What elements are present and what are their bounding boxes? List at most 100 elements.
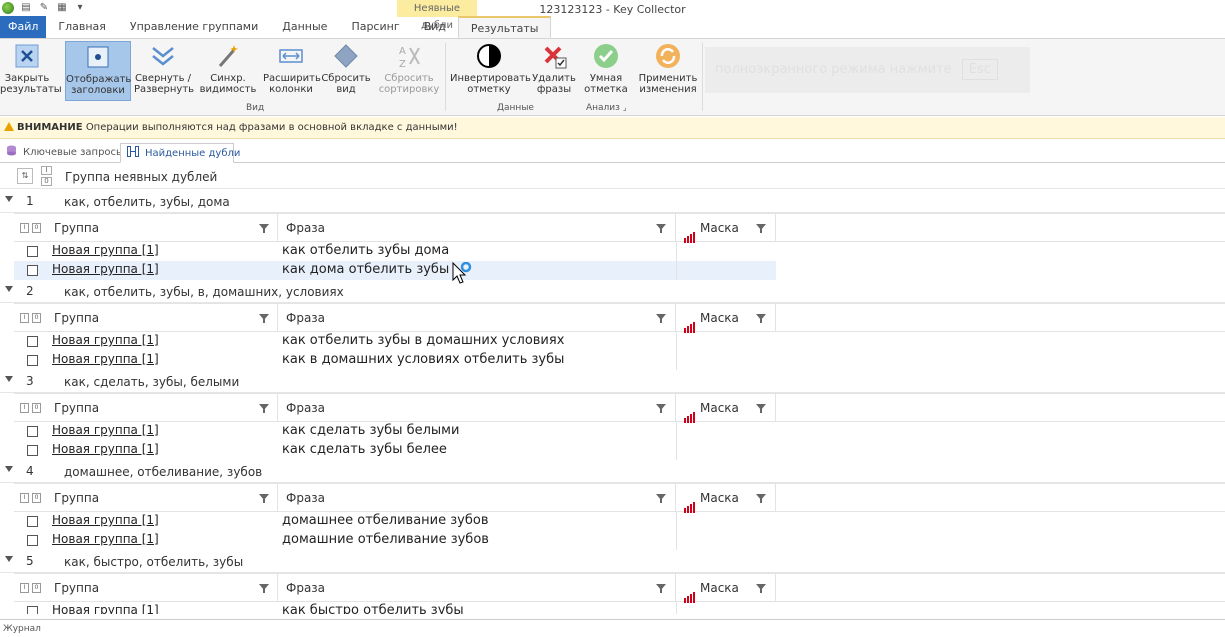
table-row[interactable]: Новая группа [1] как отбелить зубы дома (14, 242, 776, 261)
column-header-mask[interactable]: Маска (676, 214, 776, 243)
row-checkbox[interactable] (27, 426, 38, 437)
tools-icon[interactable]: ✎ (38, 2, 50, 14)
tab-results[interactable]: Результаты (457, 16, 552, 38)
column-header-row: I0 Группа Фраза Маска (14, 483, 1225, 513)
collapse-group-icon[interactable] (5, 196, 13, 202)
filter-icon[interactable] (756, 404, 766, 413)
row-checkbox[interactable] (27, 606, 38, 614)
save-icon[interactable]: ▤ (20, 2, 32, 14)
filter-icon[interactable] (656, 404, 666, 413)
row-checkbox[interactable] (27, 265, 38, 276)
uncheck-all-icon[interactable]: 0 (32, 493, 41, 503)
check-all-icon[interactable]: I (20, 493, 29, 503)
column-header-phrase[interactable]: Фраза (278, 304, 676, 332)
row-checkbox[interactable] (27, 336, 38, 347)
row-checkbox[interactable] (27, 445, 38, 456)
tab-view[interactable]: Вид (412, 16, 458, 38)
uncheck-all-icon[interactable]: 0 (32, 403, 41, 413)
column-header-group[interactable]: Группа (46, 394, 278, 422)
qat-dropdown-icon[interactable]: ▾ (74, 2, 86, 14)
filter-icon[interactable] (756, 584, 766, 593)
smart-mark-button[interactable]: Умная отметка (584, 41, 628, 101)
tab-home[interactable]: Главная (46, 16, 118, 38)
collapse-expand-button[interactable]: Свернуть / Развернуть (134, 41, 194, 101)
group-row[interactable]: 1 как, отбелить, зубы, дома (0, 189, 1225, 213)
column-header-mask[interactable]: Маска (676, 394, 776, 423)
tab-group-management[interactable]: Управление группами (118, 16, 270, 38)
group-row[interactable]: 3 как, сделать, зубы, белыми (0, 369, 1225, 393)
check-all-icon[interactable]: I (20, 403, 29, 413)
column-header-phrase[interactable]: Фраза (278, 214, 676, 242)
sync-visibility-button[interactable]: Синхр. видимость (199, 41, 257, 101)
reset-sorting-button[interactable]: AZ Сбросить сортировку (378, 41, 440, 101)
column-header-mask[interactable]: Маска (676, 574, 776, 603)
filter-icon[interactable] (656, 584, 666, 593)
check-all-icon[interactable]: I (20, 583, 29, 593)
table-row[interactable]: Новая группа [1] домашнее отбеливание зу… (14, 512, 776, 531)
column-header-group[interactable]: Группа (46, 574, 278, 602)
filter-icon[interactable] (259, 584, 269, 593)
tab-parsing[interactable]: Парсинг (339, 16, 411, 38)
filter-icon[interactable] (756, 314, 766, 323)
delete-phrases-button[interactable]: Удалить фразы (532, 41, 576, 101)
mask-bars-icon (684, 215, 696, 243)
tab-data[interactable]: Данные (270, 16, 339, 38)
row-checkbox[interactable] (27, 355, 38, 366)
check-all-icon[interactable]: I (20, 313, 29, 323)
filter-icon[interactable] (756, 494, 766, 503)
row-checkbox[interactable] (27, 516, 38, 527)
row-checkbox[interactable] (27, 246, 38, 257)
show-headers-button[interactable]: Отображать заголовки (65, 41, 131, 101)
table-row[interactable]: Новая группа [1] как сделать зубы белыми (14, 422, 776, 441)
group-row[interactable]: 5 как, быстро, отбелить, зубы (0, 549, 1225, 573)
group-row[interactable]: 4 домашнее, отбеливание, зубов (0, 459, 1225, 483)
table-row[interactable]: Новая группа [1] как дома отбелить зубы (14, 261, 776, 280)
filter-icon[interactable] (259, 404, 269, 413)
uncheck-all-icon[interactable]: 0 (32, 313, 41, 323)
tab-file[interactable]: Файл (0, 16, 47, 38)
group-row[interactable]: 2 как, отбелить, зубы, в, домашних, усло… (0, 279, 1225, 303)
check-all-icon[interactable]: I (20, 223, 29, 233)
filter-icon[interactable] (656, 314, 666, 323)
expand-all-icon[interactable]: I (41, 166, 52, 175)
row-checkbox[interactable] (27, 535, 38, 546)
column-header-phrase[interactable]: Фраза (278, 484, 676, 512)
column-header-mask[interactable]: Маска (676, 484, 776, 513)
column-chooser-icon[interactable]: ⇅ (17, 168, 33, 184)
table-row[interactable]: Новая группа [1] как быстро отбелить зуб… (14, 602, 776, 614)
column-header-phrase[interactable]: Фраза (278, 574, 676, 602)
doc-tab-found-duplicates[interactable]: Найденные дубли (120, 143, 240, 163)
uncheck-all-icon[interactable]: 0 (32, 583, 41, 593)
collapse-group-icon[interactable] (5, 466, 13, 472)
filter-icon[interactable] (259, 224, 269, 233)
delete-phrases-icon (544, 46, 567, 69)
journal-tab[interactable]: Журнал (3, 624, 41, 634)
column-header-mask[interactable]: Маска (676, 304, 776, 333)
collapse-group-icon[interactable] (5, 556, 13, 562)
expand-columns-button[interactable]: Расширить колонки (263, 41, 321, 101)
filter-icon[interactable] (259, 314, 269, 323)
column-header-phrase[interactable]: Фраза (278, 394, 676, 422)
column-header-group[interactable]: Группа (46, 304, 278, 332)
reset-view-button[interactable]: Сбросить вид (321, 41, 371, 101)
filter-icon[interactable] (756, 224, 766, 233)
close-results-button[interactable]: Закрыть результаты (0, 41, 62, 101)
table-row[interactable]: Новая группа [1] как в домашних условиях… (14, 351, 776, 370)
invert-mark-button[interactable]: Инвертировать отметку (450, 41, 531, 101)
column-header-group[interactable]: Группа (46, 484, 278, 512)
table-row[interactable]: Новая группа [1] как сделать зубы белее (14, 441, 776, 460)
collapse-group-icon[interactable] (5, 286, 13, 292)
table-row[interactable]: Новая группа [1] как отбелить зубы в дом… (14, 332, 776, 351)
filter-icon[interactable] (259, 494, 269, 503)
group-dialog-launcher-icon[interactable]: ⌟ (623, 103, 627, 112)
grid-icon[interactable]: ▦ (56, 2, 68, 14)
table-row[interactable]: Новая группа [1] домашние отбеливание зу… (14, 531, 776, 550)
collapse-all-icon[interactable]: 0 (41, 177, 52, 186)
column-header-group[interactable]: Группа (46, 214, 278, 242)
filter-icon[interactable] (656, 224, 666, 233)
filter-icon[interactable] (656, 494, 666, 503)
apply-changes-button[interactable]: Применить изменения (638, 41, 698, 101)
doc-tab-keywords[interactable]: Ключевые запросы (0, 143, 124, 163)
collapse-group-icon[interactable] (5, 376, 13, 382)
uncheck-all-icon[interactable]: 0 (32, 223, 41, 233)
